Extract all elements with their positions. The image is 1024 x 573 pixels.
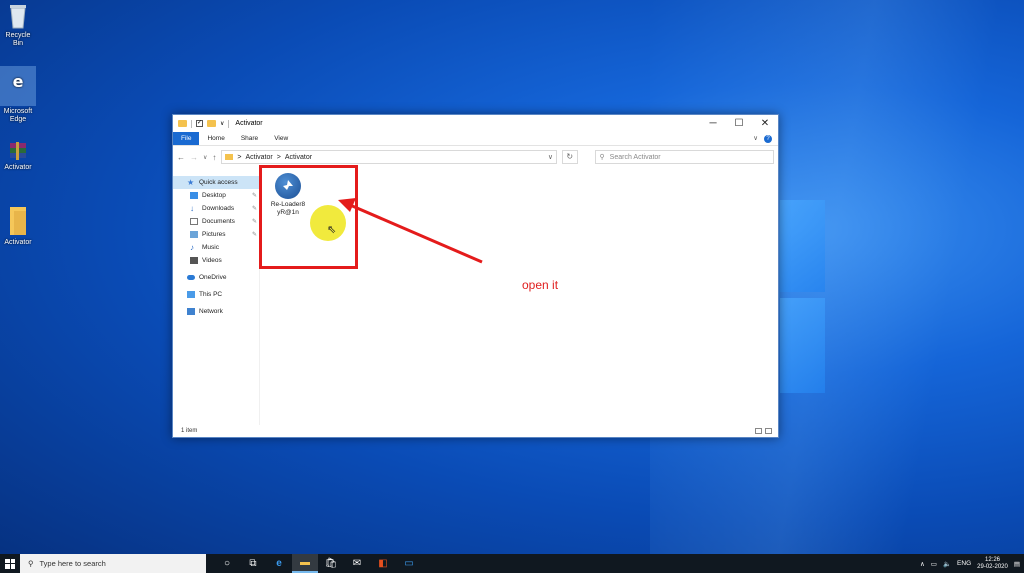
- language-indicator[interactable]: ENG: [957, 560, 971, 567]
- search-icon: ⚲: [28, 559, 34, 568]
- annotation-arrow: [338, 198, 483, 264]
- clock-time: 12:26: [984, 556, 1000, 563]
- network-status-icon[interactable]: ▭: [931, 560, 937, 568]
- arrow-shaft: [349, 203, 483, 264]
- annotation-label: open it: [522, 278, 559, 292]
- windows-logo-icon: [5, 558, 15, 569]
- volume-icon[interactable]: 🔈: [943, 560, 951, 568]
- mail-icon[interactable]: ✉: [344, 554, 370, 573]
- taskbar-search-input[interactable]: ⚲ Type here to search: [20, 554, 206, 573]
- task-view-icon[interactable]: ⧉: [240, 554, 266, 573]
- clock-date: 29-02-2020: [977, 563, 1008, 570]
- cortana-icon[interactable]: ○: [214, 554, 240, 573]
- office-icon[interactable]: ◧: [370, 554, 396, 573]
- start-button[interactable]: [0, 554, 20, 573]
- action-center-icon[interactable]: ▤: [1014, 560, 1020, 568]
- taskbar-search-placeholder: Type here to search: [39, 559, 106, 568]
- system-tray: ∧ ▭ 🔈 ENG 12:26 29-02-2020 ▤: [920, 557, 1024, 571]
- file-explorer-icon[interactable]: ▬: [292, 554, 318, 573]
- clock[interactable]: 12:26 29-02-2020: [977, 557, 1008, 571]
- taskbar-apps: ○ ⧉ e ▬ 🛍 ✉ ◧ ▭: [214, 554, 422, 573]
- taskbar: ⚲ Type here to search ○ ⧉ e ▬ 🛍 ✉ ◧ ▭ ∧ …: [0, 554, 1024, 573]
- edge-icon[interactable]: e: [266, 554, 292, 573]
- photos-icon[interactable]: ▭: [396, 554, 422, 573]
- chevron-up-icon[interactable]: ∧: [920, 560, 925, 568]
- store-icon[interactable]: 🛍: [318, 554, 344, 573]
